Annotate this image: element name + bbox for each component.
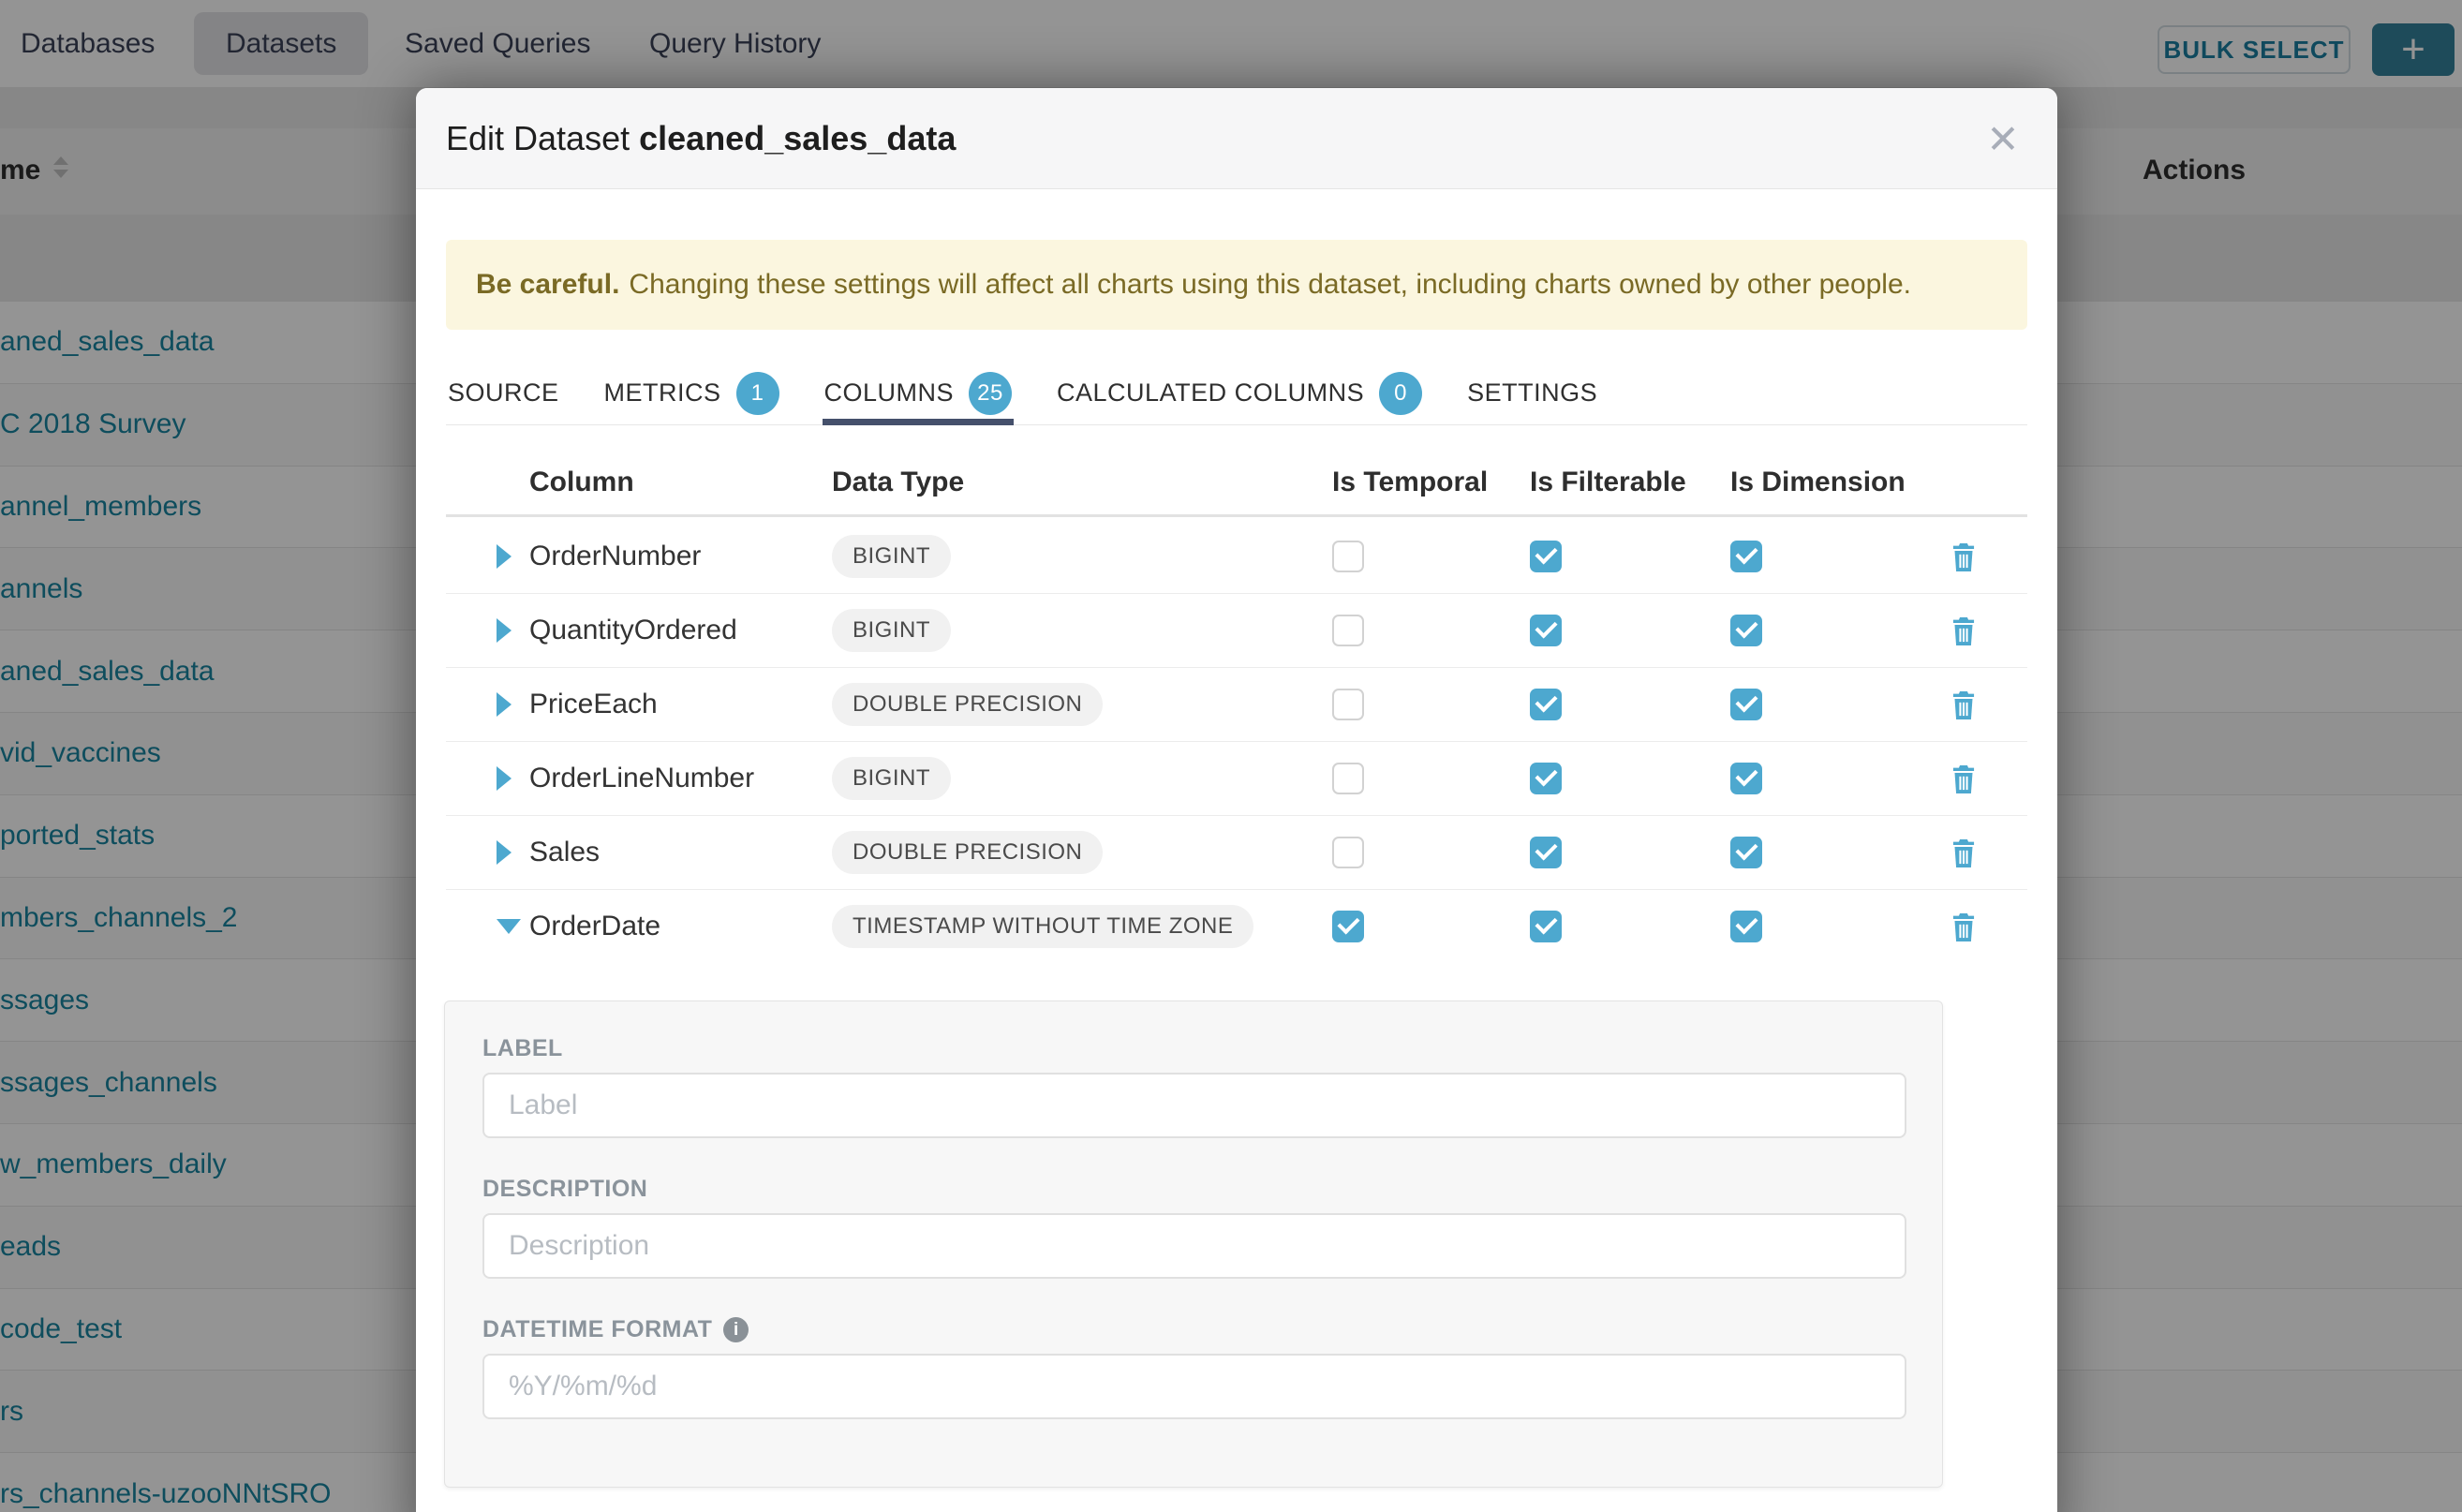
table-row: OrderLineNumber BIGINT — [446, 742, 2027, 816]
is-dimension-checkbox[interactable] — [1730, 911, 1762, 942]
is-dimension-checkbox[interactable] — [1730, 541, 1762, 572]
is-filterable-header: Is Filterable — [1530, 467, 1686, 498]
dataset-name: cleaned_sales_data — [639, 119, 956, 157]
is-filterable-checkbox[interactable] — [1530, 689, 1562, 720]
label-field-label: LABEL — [482, 1035, 563, 1062]
is-filterable-checkbox[interactable] — [1530, 541, 1562, 572]
is-temporal-checkbox[interactable] — [1332, 615, 1364, 646]
is-dimension-header: Is Dimension — [1730, 467, 1906, 498]
table-row: OrderNumber BIGINT — [446, 520, 2027, 594]
close-icon[interactable]: ✕ — [1977, 112, 2029, 165]
is-dimension-checkbox[interactable] — [1730, 615, 1762, 646]
table-row: PriceEach DOUBLE PRECISION — [446, 668, 2027, 742]
label-input[interactable] — [482, 1073, 1906, 1138]
table-row: Sales DOUBLE PRECISION — [446, 816, 2027, 890]
data-type-header: Data Type — [832, 467, 964, 498]
expand-caret-icon[interactable] — [497, 766, 512, 791]
is-temporal-checkbox[interactable] — [1332, 837, 1364, 868]
expand-caret-icon[interactable] — [497, 919, 521, 934]
warning-banner: Be careful. Changing these settings will… — [446, 240, 2027, 330]
datetime-format-field-label: DATETIME FORMAT i — [482, 1316, 749, 1343]
tab-badge: 1 — [736, 372, 779, 415]
is-dimension-checkbox[interactable] — [1730, 763, 1762, 794]
warning-banner-text: Changing these settings will affect all … — [629, 269, 1911, 301]
is-temporal-checkbox[interactable] — [1332, 911, 1364, 942]
column-name: PriceEach — [529, 689, 658, 720]
info-icon[interactable]: i — [723, 1317, 749, 1342]
is-temporal-header: Is Temporal — [1332, 467, 1488, 498]
warning-banner-bold: Be careful. — [476, 269, 619, 301]
modal-tabs: SOURCE METRICS1 COLUMNS25 CALCULATED COL… — [446, 367, 2027, 425]
column-name: OrderNumber — [529, 541, 701, 572]
tab-badge: 25 — [969, 372, 1012, 415]
description-field-label: DESCRIPTION — [482, 1176, 647, 1203]
column-name: Sales — [529, 837, 600, 868]
columns-table: OrderNumber BIGINT QuantityOrdered BIGIN… — [446, 520, 2027, 964]
tab-source[interactable]: SOURCE — [446, 367, 561, 425]
column-name: QuantityOrdered — [529, 615, 737, 646]
column-header: Column — [529, 467, 634, 498]
expand-caret-icon[interactable] — [497, 840, 512, 865]
column-name: OrderDate — [529, 911, 660, 942]
edit-dataset-modal: Edit Dataset cleaned_sales_data ✕ Be car… — [416, 88, 2057, 1512]
is-filterable-checkbox[interactable] — [1530, 615, 1562, 646]
delete-column-icon[interactable] — [1946, 909, 1981, 946]
description-input[interactable] — [482, 1213, 1906, 1279]
delete-column-icon[interactable] — [1946, 539, 1981, 576]
is-filterable-checkbox[interactable] — [1530, 837, 1562, 868]
modal-header: Edit Dataset cleaned_sales_data ✕ — [416, 88, 2057, 189]
delete-column-icon[interactable] — [1946, 613, 1981, 650]
table-row: QuantityOrdered BIGINT — [446, 594, 2027, 668]
is-filterable-checkbox[interactable] — [1530, 911, 1562, 942]
is-filterable-checkbox[interactable] — [1530, 763, 1562, 794]
data-type-pill: TIMESTAMP WITHOUT TIME ZONE — [832, 905, 1253, 948]
tab-calculated-columns[interactable]: CALCULATED COLUMNS0 — [1055, 367, 1424, 425]
tab-columns[interactable]: COLUMNS25 — [823, 367, 1015, 425]
data-type-pill: BIGINT — [832, 609, 951, 652]
delete-column-icon[interactable] — [1946, 835, 1981, 872]
expand-caret-icon[interactable] — [497, 544, 512, 569]
column-name: OrderLineNumber — [529, 763, 754, 794]
is-dimension-checkbox[interactable] — [1730, 689, 1762, 720]
delete-column-icon[interactable] — [1946, 687, 1981, 724]
data-type-pill: BIGINT — [832, 535, 951, 578]
datetime-format-input[interactable] — [482, 1354, 1906, 1419]
expand-caret-icon[interactable] — [497, 692, 512, 717]
data-type-pill: DOUBLE PRECISION — [832, 683, 1103, 726]
is-temporal-checkbox[interactable] — [1332, 541, 1364, 572]
modal-title: Edit Dataset cleaned_sales_data — [446, 119, 956, 158]
delete-column-icon[interactable] — [1946, 761, 1981, 798]
is-temporal-checkbox[interactable] — [1332, 763, 1364, 794]
is-dimension-checkbox[interactable] — [1730, 837, 1762, 868]
column-editor-panel: LABEL DESCRIPTION DATETIME FORMAT i — [444, 1001, 1943, 1488]
table-row: OrderDate TIMESTAMP WITHOUT TIME ZONE — [446, 890, 2027, 964]
tab-settings[interactable]: SETTINGS — [1465, 367, 1599, 425]
columns-table-header: Column Data Type Is Temporal Is Filterab… — [446, 455, 2027, 517]
is-temporal-checkbox[interactable] — [1332, 689, 1364, 720]
expand-caret-icon[interactable] — [497, 618, 512, 643]
data-type-pill: BIGINT — [832, 757, 951, 800]
tab-metrics[interactable]: METRICS1 — [602, 367, 781, 425]
data-type-pill: DOUBLE PRECISION — [832, 831, 1103, 874]
tab-badge: 0 — [1379, 372, 1422, 415]
